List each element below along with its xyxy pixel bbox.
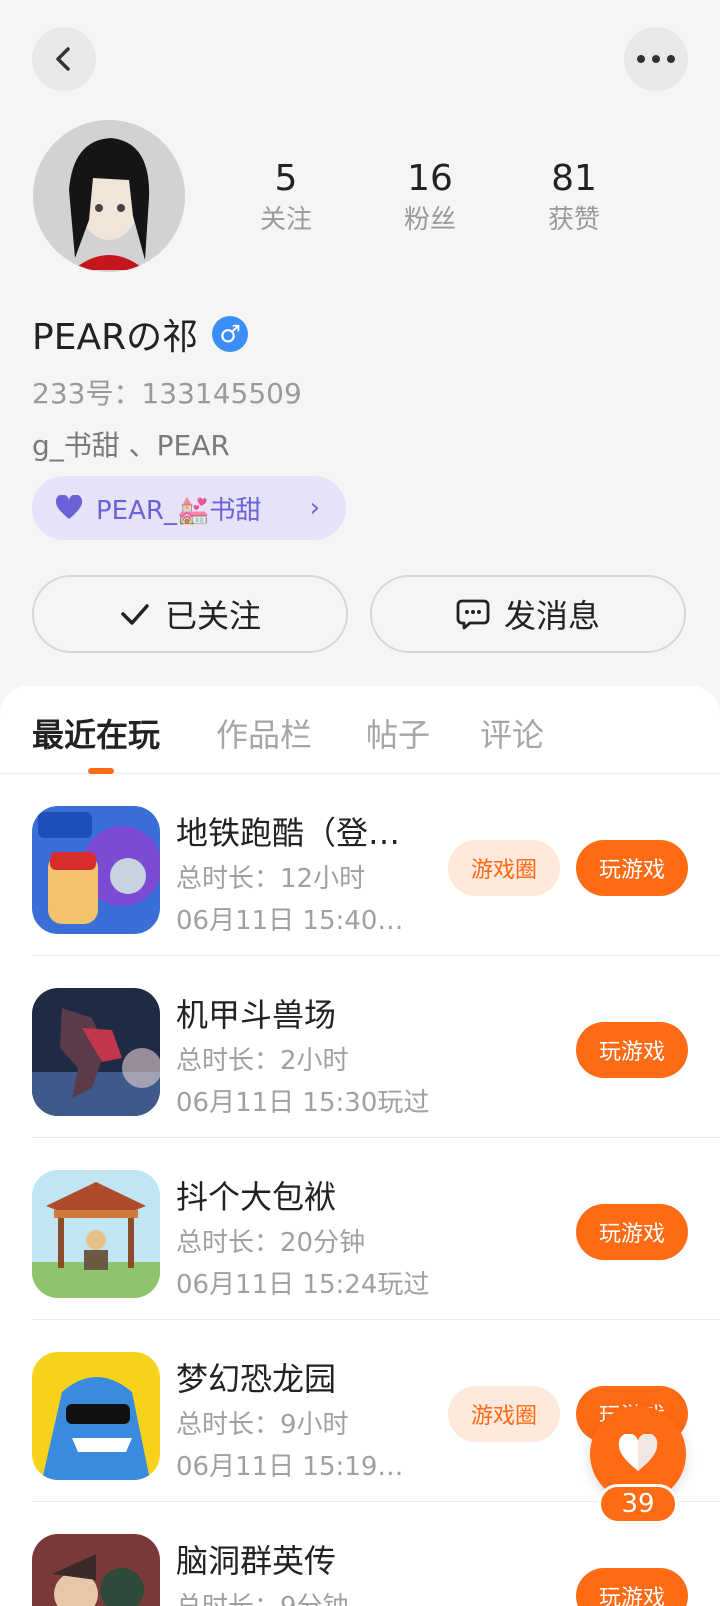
game-last-played: 06月11日 15:40…	[176, 906, 404, 936]
game-title: 地铁跑酷（登…	[176, 814, 401, 852]
avatar[interactable]	[33, 120, 185, 272]
send-message-button[interactable]: 发消息	[370, 575, 686, 653]
followed-button[interactable]: 已关注	[32, 575, 348, 653]
chevron-left-icon	[56, 47, 70, 71]
game-icon[interactable]	[32, 1352, 160, 1480]
profile-name: PEARの祁	[32, 317, 199, 358]
like-count-badge: 39	[598, 1484, 678, 1524]
profile-bio: g_书甜 、PEAR	[32, 429, 230, 462]
heart-icon	[618, 1434, 658, 1471]
game-row[interactable]: 抖个大包袱 总时长：20分钟 06月11日 15:24玩过 玩游戏	[0, 1138, 720, 1320]
stat-number: 81	[551, 158, 597, 199]
name-row: PEARの祁 ♂	[32, 308, 249, 360]
stat-number: 16	[407, 158, 453, 199]
game-row[interactable]: 机甲斗兽场 总时长：2小时 06月11日 15:30玩过 玩游戏	[0, 956, 720, 1138]
relationship-tag[interactable]: PEAR_💒书甜 ›	[32, 476, 346, 540]
game-duration: 总时长：20分钟	[176, 1228, 366, 1258]
game-title: 抖个大包袱	[176, 1178, 337, 1216]
stat-fans[interactable]: 16 粉丝	[370, 158, 490, 240]
male-gender-icon: ♂	[212, 316, 249, 352]
chevron-right-icon: ›	[309, 493, 320, 523]
more-dots-icon	[637, 55, 675, 63]
game-last-played: 06月11日 15:24玩过	[176, 1270, 430, 1300]
heart-icon	[55, 495, 83, 519]
tab-posts[interactable]: 帖子	[366, 710, 430, 756]
game-icon[interactable]	[32, 1534, 160, 1606]
stat-likes[interactable]: 81 获赞	[514, 158, 634, 240]
tag-label: PEAR_💒书甜	[96, 495, 262, 526]
game-circle-button[interactable]: 游戏圈	[448, 1386, 560, 1442]
tab-works[interactable]: 作品栏	[216, 710, 312, 756]
send-message-label: 发消息	[503, 597, 600, 635]
game-circle-button[interactable]: 游戏圈	[448, 840, 560, 896]
tab-comments[interactable]: 评论	[480, 710, 544, 756]
game-duration: 总时长：9分钟	[176, 1586, 349, 1606]
chat-bubble-icon	[456, 599, 490, 630]
game-icon[interactable]	[32, 988, 160, 1116]
game-last-played: 06月11日 15:30玩过	[176, 1088, 430, 1118]
game-icon[interactable]	[32, 1170, 160, 1298]
stat-number: 5	[274, 158, 298, 199]
user-id: 233号：133145509	[32, 377, 302, 410]
stat-label: 获赞	[547, 205, 600, 235]
play-game-button[interactable]: 玩游戏	[576, 1204, 688, 1260]
game-row[interactable]: 地铁跑酷（登… 总时长：12小时 06月11日 15:40… 游戏圈 玩游戏	[0, 774, 720, 956]
game-last-played: 06月11日 15:19…	[176, 1452, 404, 1482]
game-duration: 总时长：9小时	[176, 1410, 349, 1440]
stat-following[interactable]: 5 关注	[226, 158, 346, 240]
more-button[interactable]	[624, 27, 688, 91]
tab-bar: 最近在玩 作品栏 帖子 评论	[0, 686, 720, 774]
game-title: 梦幻恐龙园	[176, 1360, 337, 1398]
stat-label: 粉丝	[403, 205, 456, 235]
followed-label: 已关注	[164, 597, 261, 635]
game-duration: 总时长：2小时	[176, 1046, 349, 1076]
play-game-button[interactable]: 玩游戏	[576, 1022, 688, 1078]
stat-label: 关注	[259, 205, 312, 235]
play-game-button[interactable]: 玩游戏	[576, 1568, 688, 1606]
game-title: 机甲斗兽场	[176, 996, 337, 1034]
check-icon	[121, 604, 149, 625]
play-game-button[interactable]: 玩游戏	[576, 840, 688, 896]
tab-recent-playing[interactable]: 最近在玩	[32, 710, 160, 756]
back-button[interactable]	[32, 27, 96, 91]
game-duration: 总时长：12小时	[176, 864, 366, 894]
game-title: 脑洞群英传	[176, 1542, 337, 1580]
game-icon[interactable]	[32, 806, 160, 934]
